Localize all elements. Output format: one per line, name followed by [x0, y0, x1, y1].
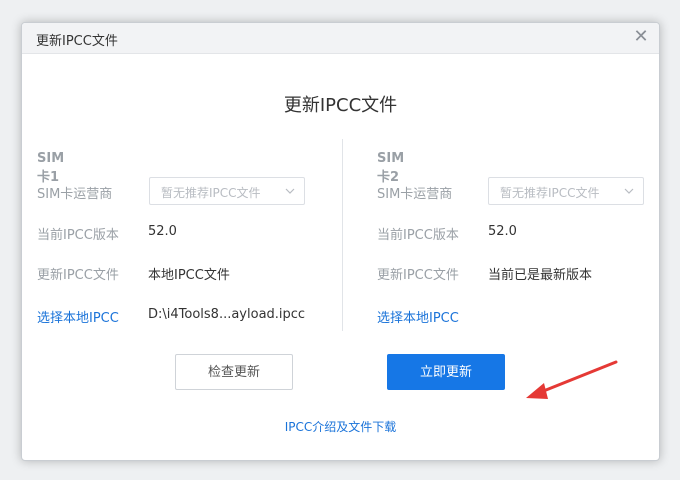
close-icon[interactable]: ✕: [631, 27, 651, 47]
sim2-title: SIM卡2: [377, 151, 405, 185]
sim1-update-label: 更新IPCC文件: [37, 268, 119, 283]
sim2-choose-local-link[interactable]: 选择本地IPCC: [377, 307, 459, 326]
ipcc-info-download-link[interactable]: IPCC介绍及文件下载: [22, 418, 659, 435]
sim2-carrier-select-value: 暂无推荐IPCC文件: [500, 186, 600, 200]
annotation-arrow-icon: [526, 360, 618, 399]
page-title: 更新IPCC文件: [283, 95, 398, 116]
sim1-carrier-select[interactable]: 暂无推荐IPCC文件: [149, 177, 305, 205]
sim1-update-value: 本地IPCC文件: [148, 268, 230, 283]
sim1-choose-local-link[interactable]: 选择本地IPCC: [37, 307, 119, 326]
sim2-version-label: 当前IPCC版本: [377, 228, 459, 243]
column-divider: [342, 139, 343, 331]
update-ipcc-dialog: 更新IPCC文件 ✕ 更新IPCC文件 SIM卡1 SIM卡运营商 暂无推荐IP…: [21, 22, 660, 461]
dialog-title: 更新IPCC文件: [36, 34, 118, 49]
sim2-version-value: 52.0: [488, 224, 517, 239]
sim1-local-path: D:\i4Tools8...ayload.ipcc: [148, 307, 306, 322]
dialog-titlebar: 更新IPCC文件 ✕: [22, 23, 659, 54]
sim2-carrier-label: SIM卡运营商: [377, 187, 453, 202]
sim1-version-label: 当前IPCC版本: [37, 228, 119, 243]
check-update-button[interactable]: 检查更新: [175, 354, 293, 390]
sim1-title: SIM卡1: [37, 151, 65, 185]
sim1-carrier-label: SIM卡运营商: [37, 187, 113, 202]
update-now-button[interactable]: 立即更新: [387, 354, 505, 390]
sim2-carrier-select[interactable]: 暂无推荐IPCC文件: [488, 177, 644, 205]
chevron-down-icon: [285, 188, 295, 194]
chevron-down-icon: [624, 188, 634, 194]
sim1-version-value: 52.0: [148, 224, 177, 239]
sim2-update-label: 更新IPCC文件: [377, 268, 459, 283]
sim2-update-value: 当前已是最新版本: [488, 268, 593, 283]
sim1-carrier-select-value: 暂无推荐IPCC文件: [161, 186, 261, 200]
